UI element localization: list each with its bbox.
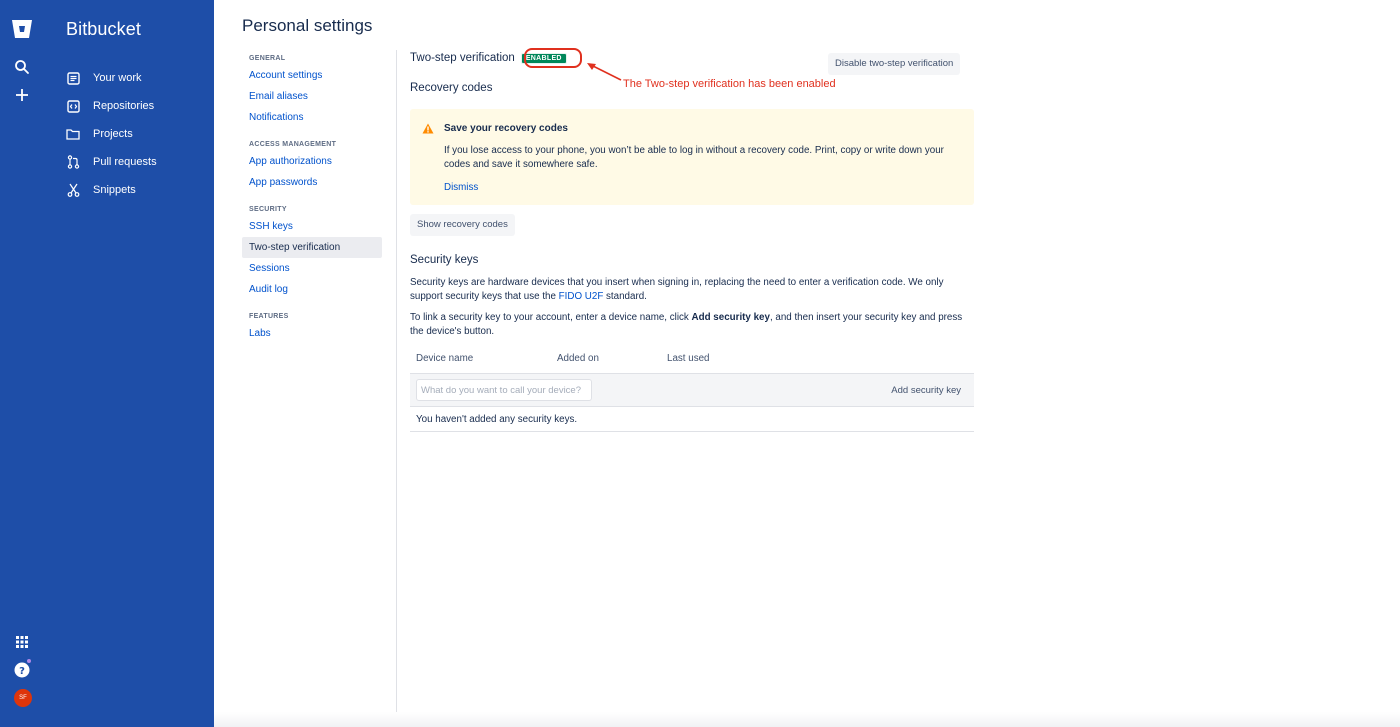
sidebar-item-label: Your work bbox=[93, 72, 142, 84]
sidebar-item-label: Projects bbox=[93, 128, 133, 140]
page-title: Personal settings bbox=[242, 16, 373, 35]
security-keys-instructions: To link a security key to your account, … bbox=[410, 311, 974, 339]
settings-link-sessions[interactable]: Sessions bbox=[242, 258, 382, 279]
empty-state-row: You haven't added any security keys. bbox=[410, 407, 974, 432]
settings-link-app-passwords[interactable]: App passwords bbox=[242, 172, 382, 193]
column-device-name: Device name bbox=[416, 353, 474, 364]
your-work-icon bbox=[66, 71, 80, 85]
global-navigation: ? SF Bitbucket Your work Repositories Pr… bbox=[0, 0, 214, 727]
settings-group-access-management: ACCESS MANAGEMENT bbox=[249, 141, 337, 148]
device-name-input[interactable] bbox=[416, 379, 592, 401]
settings-nav: GENERAL Account settings Email aliases N… bbox=[242, 48, 382, 344]
repositories-icon bbox=[66, 99, 80, 113]
sidebar-item-snippets[interactable]: Snippets bbox=[60, 176, 210, 204]
security-keys-table: Device name Added on Last used Add secur… bbox=[410, 351, 974, 432]
search-icon[interactable] bbox=[10, 55, 34, 79]
settings-link-labs[interactable]: Labs bbox=[242, 323, 382, 344]
warning-title: Save your recovery codes bbox=[444, 123, 568, 134]
annotation-arrow-icon bbox=[587, 63, 622, 81]
settings-link-account-settings[interactable]: Account settings bbox=[242, 65, 382, 86]
fido-u2f-link[interactable]: FIDO U2F bbox=[559, 291, 604, 302]
sidebar-item-projects[interactable]: Projects bbox=[60, 120, 210, 148]
product-title[interactable]: Bitbucket bbox=[66, 19, 141, 40]
dismiss-link[interactable]: Dismiss bbox=[444, 182, 478, 193]
svg-text:?: ? bbox=[19, 666, 25, 677]
settings-link-notifications[interactable]: Notifications bbox=[242, 107, 382, 128]
settings-link-ssh-keys[interactable]: SSH keys bbox=[242, 216, 382, 237]
product-sidebar: Your work Repositories Projects Pull req… bbox=[60, 64, 210, 204]
global-rail: ? SF bbox=[0, 0, 44, 727]
add-security-key-button[interactable]: Add security key bbox=[884, 380, 968, 402]
settings-group-security: SECURITY bbox=[249, 206, 287, 213]
warning-icon bbox=[422, 123, 434, 134]
notification-dot bbox=[26, 658, 32, 664]
bottom-edge bbox=[214, 712, 1400, 727]
column-last-used: Last used bbox=[667, 353, 710, 364]
column-added-on: Added on bbox=[557, 353, 599, 364]
plus-icon[interactable] bbox=[10, 83, 34, 107]
instructions-bold: Add security key bbox=[691, 312, 770, 323]
settings-group-features: FEATURES bbox=[249, 313, 289, 320]
avatar[interactable]: SF bbox=[14, 689, 32, 707]
settings-link-audit-log[interactable]: Audit log bbox=[242, 279, 382, 300]
settings-link-email-aliases[interactable]: Email aliases bbox=[242, 86, 382, 107]
two-step-title: Two-step verification bbox=[410, 52, 515, 64]
annotation-text: The Two-step verification has been enabl… bbox=[623, 78, 836, 90]
sidebar-item-repositories[interactable]: Repositories bbox=[60, 92, 210, 120]
projects-icon bbox=[66, 127, 80, 141]
add-key-row: Add security key bbox=[410, 373, 974, 407]
warning-body: If you lose access to your phone, you wo… bbox=[444, 145, 944, 170]
settings-link-two-step-verification[interactable]: Two-step verification bbox=[242, 237, 382, 258]
sidebar-item-your-work[interactable]: Your work bbox=[60, 64, 210, 92]
security-keys-title: Security keys bbox=[410, 254, 479, 266]
recovery-warning: Save your recovery codes If you lose acc… bbox=[410, 109, 974, 205]
show-recovery-codes-button[interactable]: Show recovery codes bbox=[410, 214, 515, 236]
app-switcher-icon[interactable] bbox=[10, 630, 34, 654]
avatar-initials: SF bbox=[19, 695, 27, 701]
table-header: Device name Added on Last used bbox=[410, 351, 974, 367]
settings-link-app-authorizations[interactable]: App authorizations bbox=[242, 151, 382, 172]
recovery-codes-title: Recovery codes bbox=[410, 82, 493, 94]
sidebar-item-label: Repositories bbox=[93, 100, 155, 112]
description-text: Security keys are hardware devices that … bbox=[410, 277, 944, 302]
instructions-text: To link a security key to your account, … bbox=[410, 312, 692, 323]
annotation-circle bbox=[524, 48, 582, 68]
snippets-icon bbox=[66, 183, 80, 197]
disable-two-step-button[interactable]: Disable two-step verification bbox=[828, 53, 961, 75]
app-root: ? SF Bitbucket Your work Repositories Pr… bbox=[0, 0, 1400, 727]
vertical-divider bbox=[396, 50, 397, 712]
description-text: standard. bbox=[603, 291, 647, 302]
bitbucket-logo-icon[interactable] bbox=[10, 17, 34, 41]
sidebar-item-label: Pull requests bbox=[93, 156, 157, 168]
settings-group-general: GENERAL bbox=[249, 55, 286, 62]
security-keys-description: Security keys are hardware devices that … bbox=[410, 276, 974, 304]
sidebar-item-pull-requests[interactable]: Pull requests bbox=[60, 148, 210, 176]
sidebar-item-label: Snippets bbox=[93, 184, 136, 196]
pull-requests-icon bbox=[66, 155, 80, 169]
